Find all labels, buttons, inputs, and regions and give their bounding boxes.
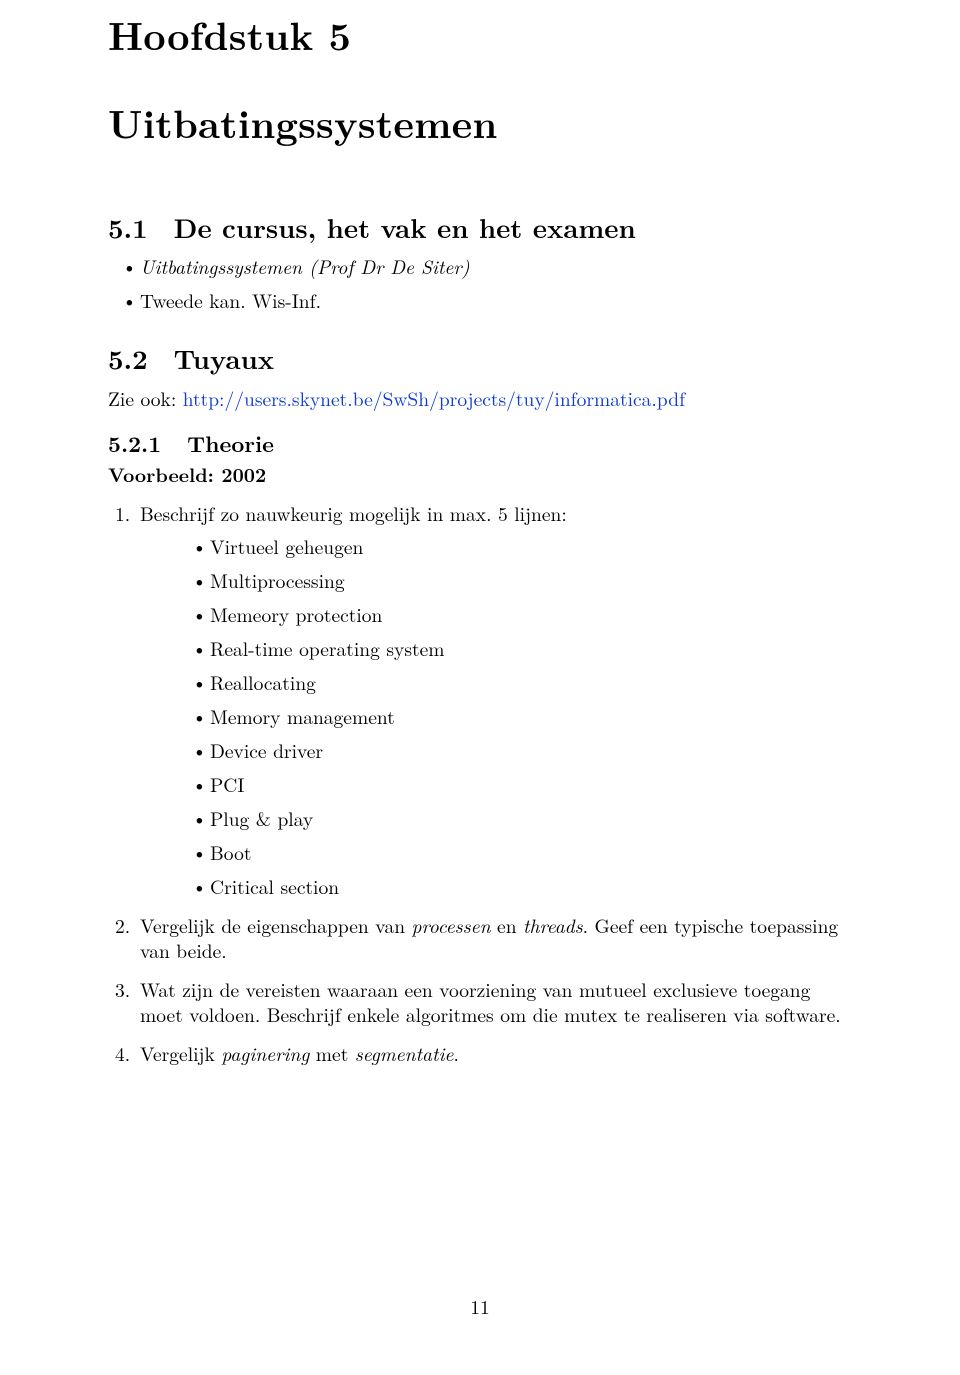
tuyaux-link[interactable]: http://users.skynet.be/SwSh/projects/tuy… [183, 384, 685, 412]
subsection-number: 5.2.1 [108, 429, 161, 458]
section-5-2-heading: 5.2 Tuyaux [108, 341, 852, 376]
zie-ook-label: Zie ook: [108, 384, 183, 412]
list-item-text: Virtueel geheugen [210, 532, 363, 560]
list-item: Plug & play [140, 806, 852, 831]
enum-number: 3. [115, 977, 130, 1002]
section-5-1-list: Uitbatingssystemen (Prof Dr De Siter) Tw… [108, 254, 852, 313]
q1-sublist: Virtueel geheugen Multiprocessing Memeor… [140, 534, 852, 898]
section-title: De cursus, het vak en het examen [174, 210, 636, 245]
section-number: 5.1 [108, 210, 148, 245]
list-item-text: Memory management [210, 702, 395, 730]
list-item: Memory management [140, 704, 852, 729]
list-item: Virtueel geheugen [140, 534, 852, 559]
enum-number: 1. [115, 501, 130, 526]
enum-number: 4. [115, 1041, 130, 1066]
chapter-label: Hoofdstuk 5 [108, 10, 852, 60]
list-item: PCI [140, 772, 852, 797]
q2-mid: en [491, 911, 524, 939]
q2-it1: processen [412, 911, 491, 939]
list-item-text: Multiprocessing [210, 566, 345, 594]
q4-pre: Vergelijk [140, 1039, 221, 1067]
question-3: 3. Wat zijn de vereisten waaraan een voo… [108, 977, 852, 1027]
q4-mid: met [309, 1039, 354, 1067]
subsection-5-2-1-heading: 5.2.1 Theorie [108, 429, 852, 458]
list-item-text: Plug & play [210, 804, 313, 832]
q2-pre: Vergelijk de eigenschappen van [140, 911, 412, 939]
list-item-text: PCI [210, 770, 244, 798]
list-item-text: Real-time operating system [210, 634, 445, 662]
list-item: Tweede kan. Wis-Inf. [108, 288, 852, 313]
section-5-1-heading: 5.1 De cursus, het vak en het examen [108, 210, 852, 245]
question-1: 1. Beschrijf zo nauwkeurig mogelijk in m… [108, 501, 852, 899]
zie-ook-line: Zie ook: http://users.skynet.be/SwSh/pro… [108, 386, 852, 411]
list-item: Memeory protection [140, 602, 852, 627]
list-item: Reallocating [140, 670, 852, 695]
list-item: Uitbatingssystemen (Prof Dr De Siter) [108, 254, 852, 279]
q4-it1: paginering [221, 1039, 309, 1067]
list-item-text: Boot [210, 838, 251, 866]
list-item: Boot [140, 840, 852, 865]
list-item-text: Memeory protection [210, 600, 382, 628]
list-item-text: Device driver [210, 736, 323, 764]
section-number: 5.2 [108, 341, 148, 376]
list-item-text: Tweede kan. Wis-Inf. [140, 286, 321, 314]
page: Hoofdstuk 5 Uitbatingssystemen 5.1 De cu… [0, 0, 960, 1375]
question-text: Beschrijf zo nauwkeurig mogelijk in max.… [140, 499, 567, 527]
chapter-title: Uitbatingssystemen [108, 98, 852, 148]
q2-it2: threads [523, 911, 583, 939]
example-label: Voorbeeld: 2002 [108, 462, 852, 487]
question-4: 4. Vergelijk paginering met segmentatie. [108, 1041, 852, 1066]
list-item-text: Reallocating [210, 668, 316, 696]
list-item-text: Uitbatingssystemen (Prof Dr De Siter) [140, 252, 470, 280]
question-2: 2. Vergelijk de eigenschappen van proces… [108, 913, 852, 963]
questions-list: 1. Beschrijf zo nauwkeurig mogelijk in m… [108, 501, 852, 1066]
question-text: Wat zijn de vereisten waaraan een voorzi… [140, 975, 841, 1028]
list-item: Device driver [140, 738, 852, 763]
list-item-text: Critical section [210, 872, 339, 900]
list-item: Critical section [140, 874, 852, 899]
enum-number: 2. [115, 913, 130, 938]
list-item: Multiprocessing [140, 568, 852, 593]
section-title: Tuyaux [174, 341, 275, 376]
q4-it2: segmentatie [355, 1039, 454, 1067]
page-number: 11 [0, 1294, 960, 1319]
subsection-title: Theorie [187, 429, 274, 458]
list-item: Real-time operating system [140, 636, 852, 661]
q4-post: . [453, 1039, 458, 1067]
